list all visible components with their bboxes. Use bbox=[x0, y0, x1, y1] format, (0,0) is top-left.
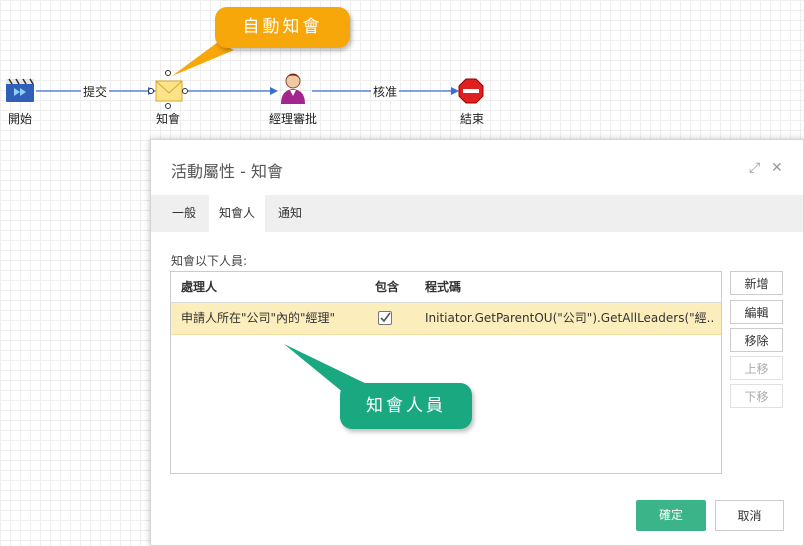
ok-button[interactable]: 確定 bbox=[636, 500, 706, 531]
node-label-end: 結束 bbox=[459, 112, 484, 126]
callout-auto-notify: 自動知會 bbox=[215, 7, 350, 48]
stop-icon[interactable] bbox=[458, 78, 484, 104]
header-handler[interactable]: 處理人 bbox=[181, 272, 217, 302]
tab-notification[interactable]: 通知 bbox=[268, 195, 312, 232]
edit-button[interactable]: 編輯 bbox=[730, 300, 783, 324]
tab-bar: 一般 知會人 通知 bbox=[151, 195, 803, 232]
cell-code: Initiator.GetParentOU("公司").GetAllLeader… bbox=[425, 311, 715, 325]
remove-button[interactable]: 移除 bbox=[730, 328, 783, 352]
checkbox-include[interactable] bbox=[378, 311, 392, 325]
connector-handle-icon bbox=[182, 88, 188, 94]
add-button[interactable]: 新增 bbox=[730, 271, 783, 295]
callout-notify-people: 知會人員 bbox=[340, 383, 472, 429]
move-down-button[interactable]: 下移 bbox=[730, 384, 783, 408]
grid-header: 處理人 包含 程式碼 bbox=[171, 272, 721, 303]
cancel-button[interactable]: 取消 bbox=[715, 500, 784, 531]
cell-handler: 申請人所在"公司"內的"經理" bbox=[181, 311, 336, 325]
node-label-approve: 經理審批 bbox=[268, 112, 317, 126]
node-label-start: 開始 bbox=[7, 112, 32, 126]
edge-arrowhead bbox=[270, 87, 278, 95]
table-row[interactable]: 申請人所在"公司"內的"經理" Initiator.GetParentOU("公… bbox=[171, 303, 721, 335]
edge-label-approve: 核准 bbox=[371, 83, 400, 100]
connector-handle-icon bbox=[148, 88, 154, 94]
dialog-title: 活動屬性 - 知會 bbox=[171, 162, 283, 181]
start-icon[interactable] bbox=[6, 78, 34, 102]
node-label-notify: 知會 bbox=[155, 112, 180, 126]
checkmark-icon bbox=[380, 312, 391, 323]
activity-properties-dialog: 活動屬性 - 知會 ⤢ ✕ 一般 知會人 通知 知會以下人員: 處理人 包含 程… bbox=[150, 139, 804, 546]
person-icon[interactable] bbox=[281, 73, 305, 104]
connector-handle-icon bbox=[165, 103, 171, 109]
tab-notify-people[interactable]: 知會人 bbox=[209, 195, 266, 232]
edge-arrowhead bbox=[451, 87, 459, 95]
close-icon[interactable]: ✕ bbox=[771, 160, 783, 176]
header-include[interactable]: 包含 bbox=[375, 272, 399, 302]
section-label: 知會以下人員: bbox=[171, 254, 248, 268]
move-up-button[interactable]: 上移 bbox=[730, 356, 783, 380]
maximize-icon[interactable]: ⤢ bbox=[749, 160, 760, 176]
edge-label-submit: 提交 bbox=[81, 83, 110, 100]
notify-people-grid: 處理人 包含 程式碼 申請人所在"公司"內的"經理" Initiator.Get… bbox=[170, 271, 722, 474]
header-code[interactable]: 程式碼 bbox=[425, 272, 461, 302]
tab-general[interactable]: 一般 bbox=[162, 195, 206, 232]
